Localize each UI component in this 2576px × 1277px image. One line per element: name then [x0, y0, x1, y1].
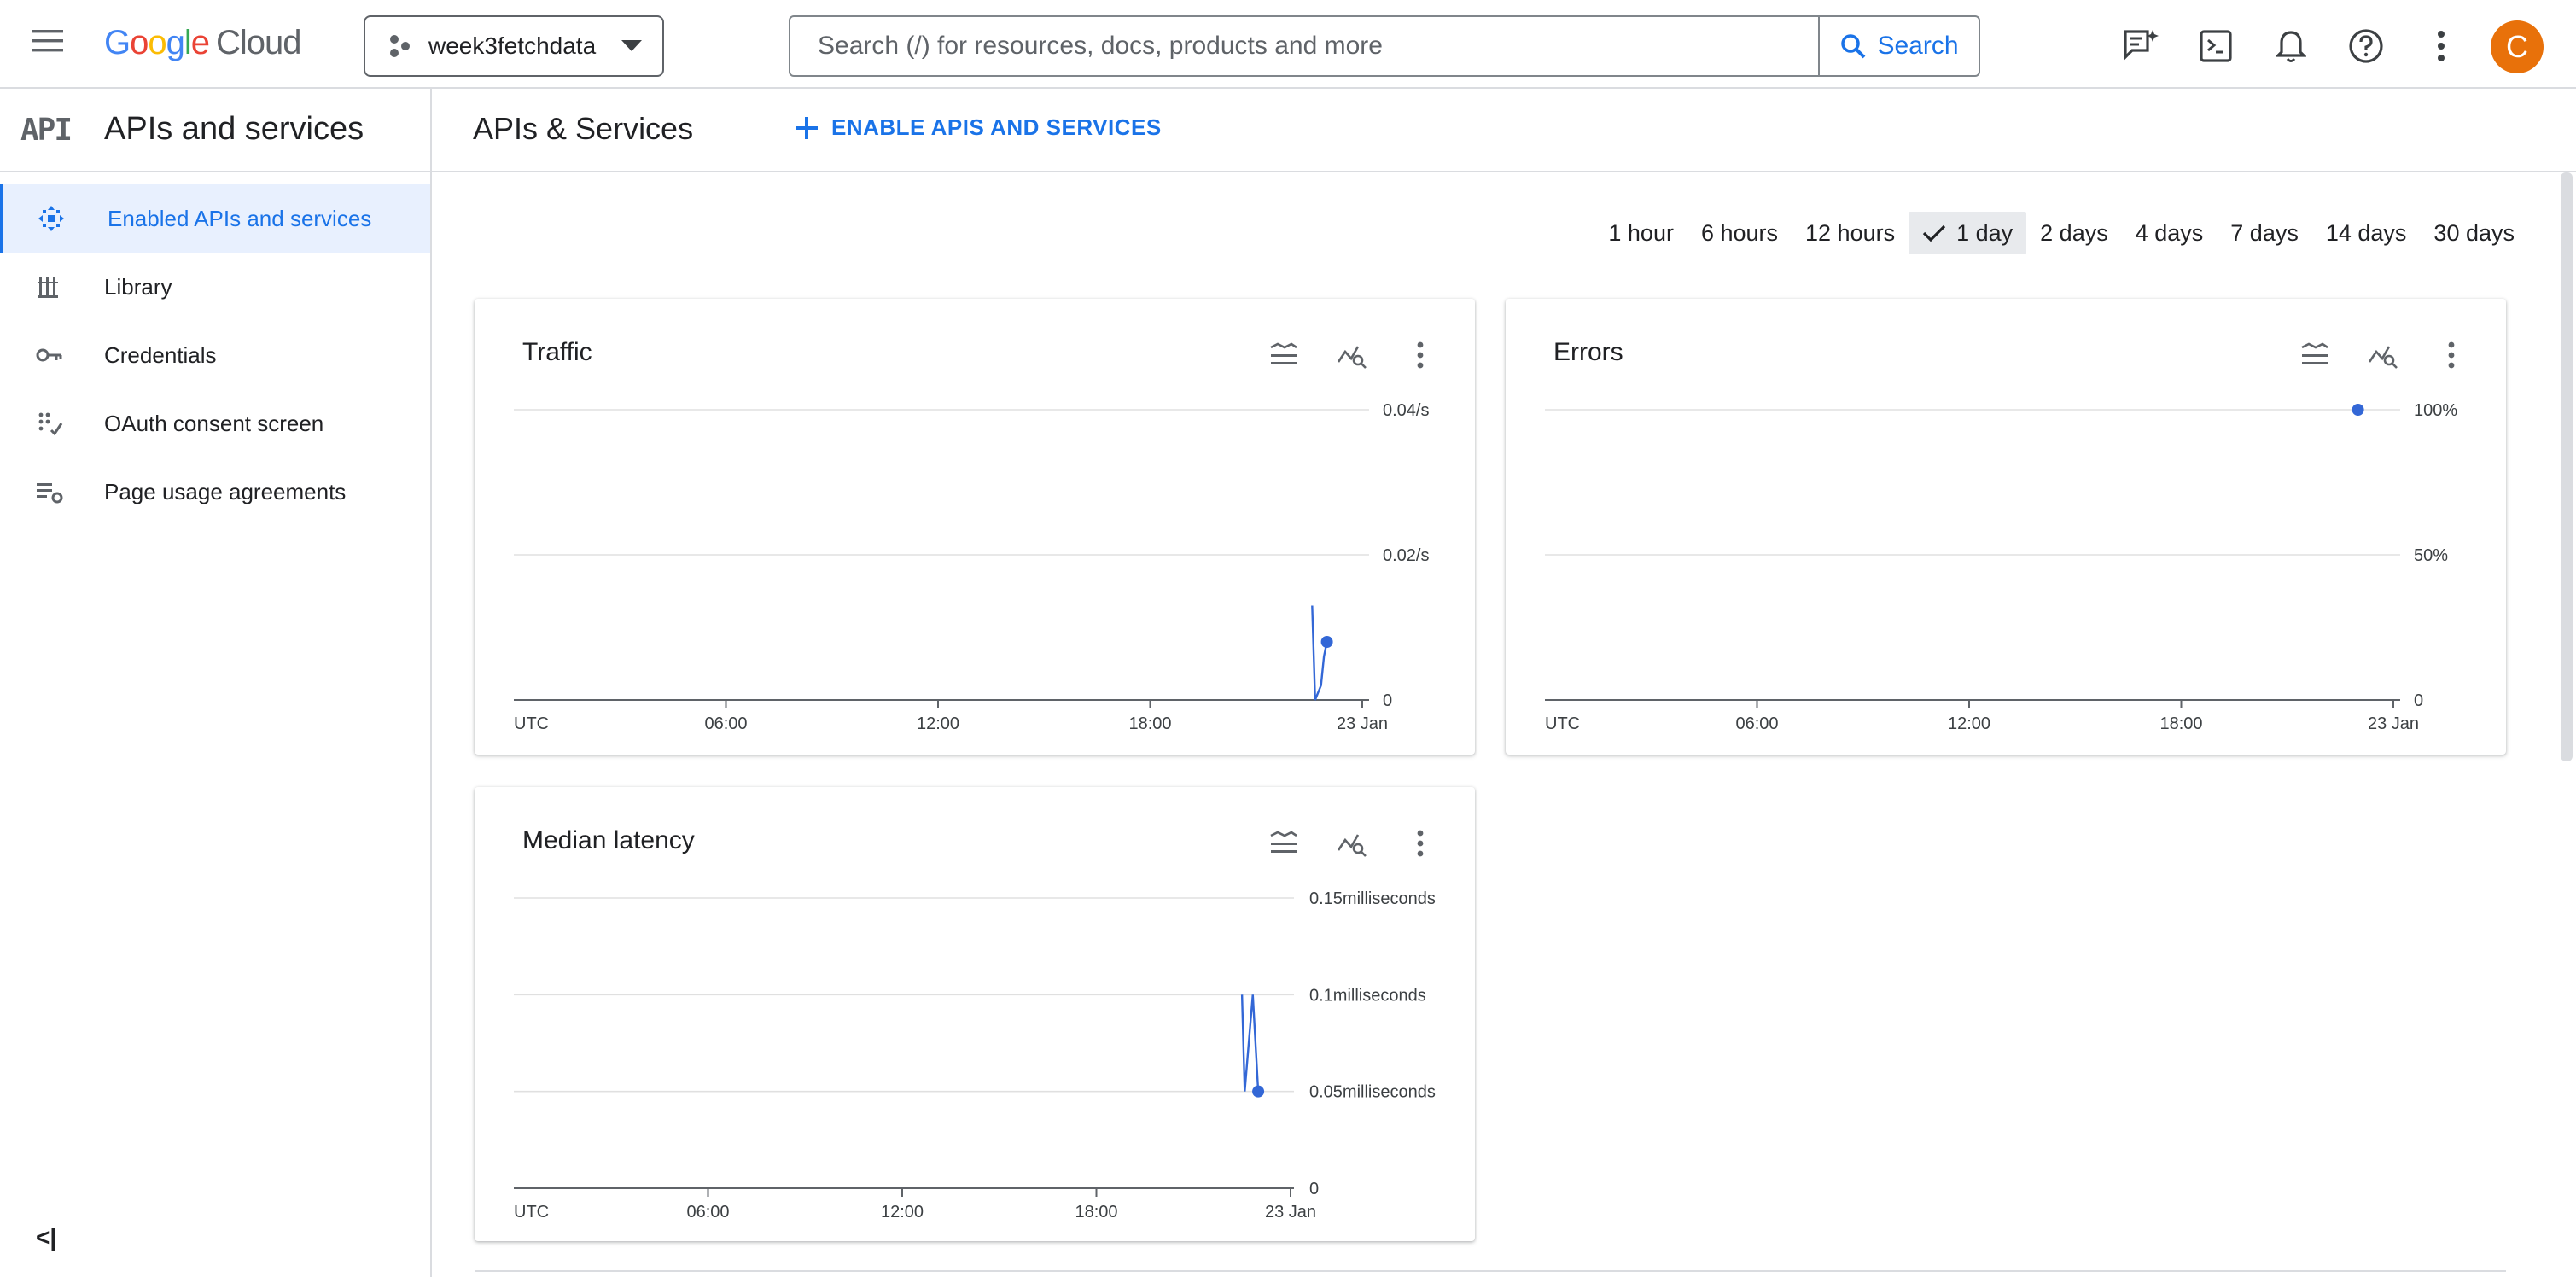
series-line: [1311, 605, 1328, 701]
y-tick-label: 0: [1383, 691, 1392, 710]
more-vert-icon[interactable]: [2416, 20, 2467, 72]
page-title: APIs & Services: [473, 111, 694, 146]
x-tick-label: 18:00: [2159, 714, 2202, 733]
range-6-hours[interactable]: 6 hours: [1687, 212, 1792, 254]
divider: [475, 1270, 2506, 1272]
library-icon: [38, 277, 58, 298]
y-tick-label: 0.02/s: [1383, 546, 1429, 565]
enable-apis-label: ENABLE APIS AND SERVICES: [831, 114, 1162, 140]
x-tick-label: 06:00: [686, 1203, 729, 1222]
project-name: week3fetchdata: [428, 32, 597, 59]
errors-card: Errors 0 50% 100% UTC 06:00 12:00 18:00 23 Jan: [1506, 299, 2506, 755]
y-tick-label: 0.04/s: [1383, 401, 1429, 420]
data-point: [1252, 1085, 1265, 1098]
enabled-apis-icon: [38, 206, 64, 231]
check-icon: [1922, 224, 1946, 242]
sidebar-item-label: OAuth consent screen: [104, 410, 324, 436]
x-tick-label: UTC: [514, 714, 549, 733]
key-icon: [36, 348, 62, 362]
add-icon: [796, 116, 818, 139]
oauth-icon: [38, 412, 63, 436]
search-icon: [1841, 34, 1866, 59]
y-tick-label: 0: [2414, 691, 2423, 710]
collapse-sidebar-button[interactable]: <|: [36, 1224, 56, 1251]
sidebar-header: API APIs and services: [0, 89, 430, 172]
api-icon: API: [20, 113, 73, 148]
sidebar-title: APIs and services: [104, 111, 364, 147]
sidebar-item-label: Enabled APIs and services: [108, 205, 372, 231]
main-header: APIs & Services ENABLE APIS AND SERVICES: [432, 89, 2576, 172]
x-tick-label: 12:00: [917, 714, 959, 733]
project-icon: [390, 35, 410, 57]
x-tick-label: 12:00: [1948, 714, 1990, 733]
chevron-down-icon: [621, 40, 642, 51]
y-tick-label: 100%: [2414, 401, 2457, 420]
avatar[interactable]: C: [2491, 20, 2544, 73]
y-tick-label: 0.05milliseconds: [1309, 1083, 1436, 1102]
sidebar-item-library[interactable]: Library: [0, 253, 430, 321]
x-tick-label: 23 Jan: [1337, 714, 1388, 733]
y-tick-label: 0.15milliseconds: [1309, 889, 1436, 908]
range-12-hours[interactable]: 12 hours: [1792, 212, 1909, 254]
range-2-days[interactable]: 2 days: [2026, 212, 2122, 254]
sidebar-item-enabled-apis[interactable]: Enabled APIs and services: [0, 184, 430, 253]
search-button[interactable]: Search: [1818, 17, 1979, 75]
cloud-shell-icon[interactable]: [2190, 20, 2241, 72]
x-tick-label: 12:00: [881, 1203, 924, 1222]
sidebar-item-label: Library: [104, 273, 172, 300]
notifications-icon[interactable]: [2265, 20, 2317, 72]
x-tick-label: 06:00: [1735, 714, 1778, 733]
search-bar: Search: [789, 15, 1980, 77]
x-tick-label: 06:00: [704, 714, 747, 733]
logo-cloud-text: Cloud: [216, 24, 302, 61]
range-4-days[interactable]: 4 days: [2122, 212, 2218, 254]
range-30-days[interactable]: 30 days: [2420, 212, 2528, 254]
sidebar-item-credentials[interactable]: Credentials: [0, 321, 430, 389]
sidebar-item-oauth[interactable]: OAuth consent screen: [0, 389, 430, 458]
y-tick-label: 50%: [2414, 546, 2448, 565]
data-point: [2352, 404, 2364, 416]
feedback-icon[interactable]: [2115, 20, 2166, 72]
range-1-hour[interactable]: 1 hour: [1594, 212, 1687, 254]
menu-icon[interactable]: [31, 27, 75, 68]
data-point: [1320, 636, 1333, 648]
help-icon[interactable]: [2340, 20, 2392, 72]
project-picker[interactable]: week3fetchdata: [364, 15, 664, 77]
traffic-card: Traffic 0 0.02/s 0.04/s UTC 06:00 12:00 18:00 2…: [475, 299, 1475, 755]
top-bar: GoogleCloud week3fetchdata Search C: [0, 0, 2576, 89]
sidebar-item-page-usage[interactable]: Page usage agreements: [0, 458, 430, 526]
x-tick-label: 18:00: [1075, 1203, 1117, 1222]
sidebar-item-label: Page usage agreements: [104, 478, 347, 504]
y-tick-label: 0.1milliseconds: [1309, 986, 1426, 1005]
traffic-chart: 0 0.02/s 0.04/s UTC 06:00 12:00 18:00 23 Jan: [514, 401, 1429, 733]
x-tick-label: 18:00: [1128, 714, 1171, 733]
range-1-day[interactable]: 1 day: [1909, 212, 2027, 254]
x-tick-label: UTC: [514, 1203, 549, 1222]
median-latency-card: Median latency 0 0.05milliseconds 0.1milli…: [475, 787, 1475, 1241]
median-latency-chart: 0 0.05milliseconds 0.1milliseconds 0.15mill…: [514, 889, 1436, 1222]
range-14-days[interactable]: 14 days: [2312, 212, 2421, 254]
range-1-day-label: 1 day: [1956, 219, 2014, 246]
sidebar-item-label: Credentials: [104, 341, 217, 368]
search-button-label: Search: [1877, 32, 1959, 60]
main-scrollbar[interactable]: [2561, 172, 2573, 761]
range-7-days[interactable]: 7 days: [2217, 212, 2312, 254]
x-tick-label: 23 Jan: [2368, 714, 2419, 733]
enable-apis-button[interactable]: ENABLE APIS AND SERVICES: [794, 114, 1162, 141]
errors-chart: 0 50% 100% UTC 06:00 12:00 18:00 23 Jan: [1545, 401, 2457, 733]
x-tick-label: 23 Jan: [1265, 1203, 1316, 1222]
x-tick-label: UTC: [1545, 714, 1580, 733]
google-cloud-logo[interactable]: Google Cloud: [104, 24, 302, 62]
series-line: [1240, 994, 1260, 1092]
page-usage-icon: [37, 483, 63, 504]
sidebar: API APIs and services Enabled APIs and s…: [0, 89, 432, 1277]
y-tick-label: 0: [1309, 1180, 1319, 1198]
time-range-selector: 1 hour 6 hours 12 hours 1 day 2 days 4 d…: [1594, 212, 2528, 254]
search-input[interactable]: [790, 17, 1818, 75]
